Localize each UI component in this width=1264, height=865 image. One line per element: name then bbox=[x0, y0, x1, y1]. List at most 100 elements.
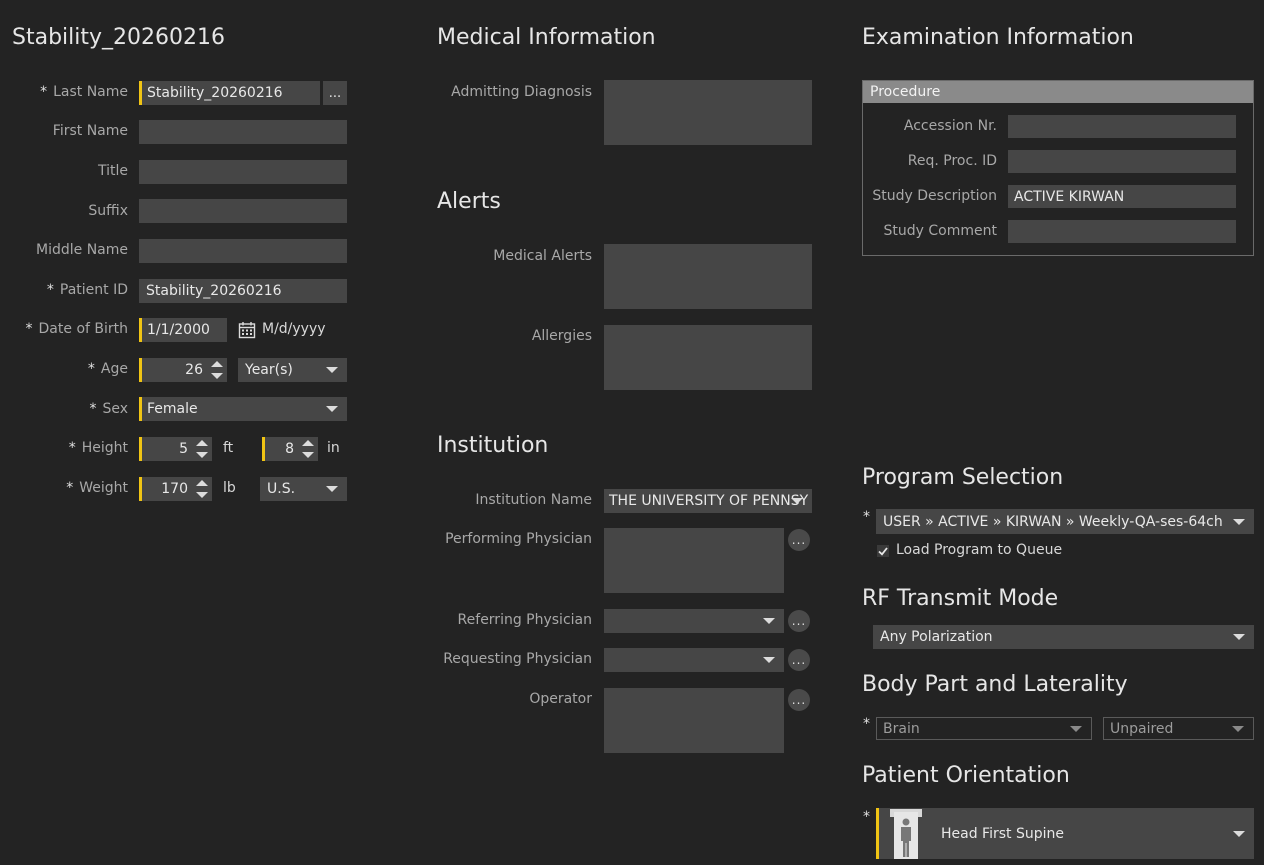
operator-label: Operator bbox=[529, 691, 592, 707]
height-in-spin-icon[interactable] bbox=[301, 439, 315, 459]
program-selection-heading: Program Selection bbox=[862, 465, 1064, 490]
referring-physician-more-button[interactable]: ... bbox=[788, 610, 810, 632]
title-input[interactable] bbox=[139, 160, 347, 184]
orientation-required-mark: * bbox=[863, 809, 870, 825]
sex-label: * Sex bbox=[89, 401, 128, 417]
middle-name-label: Middle Name bbox=[36, 242, 128, 258]
dob-format-hint: M/d/yyyy bbox=[262, 321, 326, 337]
institution-name-dropdown[interactable]: THE UNIVERSITY OF PENNSY bbox=[604, 489, 812, 513]
body-part-value: Brain bbox=[883, 720, 920, 737]
chevron-down-icon bbox=[1233, 634, 1245, 640]
suffix-label: Suffix bbox=[88, 203, 128, 219]
institution-name-label: Institution Name bbox=[475, 492, 592, 508]
orientation-value: Head First Supine bbox=[941, 825, 1064, 842]
admitting-diagnosis-label: Admitting Diagnosis bbox=[451, 84, 592, 100]
height-ft-value: 5 bbox=[179, 441, 188, 457]
middle-name-input[interactable] bbox=[139, 239, 347, 263]
body-part-required-mark: * bbox=[863, 716, 870, 732]
chevron-down-icon bbox=[763, 618, 775, 624]
laterality-value: Unpaired bbox=[1110, 720, 1174, 737]
age-unit-value: Year(s) bbox=[245, 362, 293, 378]
accession-input[interactable] bbox=[1008, 115, 1236, 138]
load-queue-checkbox[interactable] bbox=[877, 545, 889, 557]
sex-value: Female bbox=[147, 401, 198, 417]
last-name-input[interactable]: Stability_20260216 bbox=[139, 81, 320, 105]
study-comment-label: Study Comment bbox=[883, 223, 997, 239]
medical-alerts-input[interactable] bbox=[604, 244, 812, 309]
age-value: 26 bbox=[185, 362, 203, 378]
study-description-input[interactable]: ACTIVE KIRWAN bbox=[1008, 185, 1236, 208]
age-spin-icon[interactable] bbox=[210, 360, 224, 380]
calendar-icon[interactable] bbox=[238, 321, 256, 343]
medical-info-heading: Medical Information bbox=[437, 25, 656, 50]
program-path-dropdown[interactable]: USER » ACTIVE » KIRWAN » Weekly-QA-ses-6… bbox=[876, 509, 1254, 534]
title-label: Title bbox=[97, 163, 128, 179]
requesting-physician-more-button[interactable]: ... bbox=[788, 649, 810, 671]
patient-id-input[interactable]: Stability_20260216 bbox=[139, 279, 347, 303]
height-in-value: 8 bbox=[285, 441, 294, 457]
procedure-header: Procedure bbox=[863, 81, 1253, 103]
first-name-input[interactable] bbox=[139, 120, 347, 144]
height-ft-spin-icon[interactable] bbox=[195, 439, 209, 459]
performing-physician-more-button[interactable]: ... bbox=[788, 529, 810, 551]
patient-orientation-heading: Patient Orientation bbox=[862, 763, 1070, 788]
referring-physician-dropdown[interactable] bbox=[604, 609, 784, 633]
alerts-heading: Alerts bbox=[437, 189, 501, 214]
chevron-down-icon bbox=[1070, 725, 1082, 732]
chevron-down-icon bbox=[763, 657, 775, 663]
chevron-down-icon bbox=[1232, 725, 1244, 732]
chevron-down-icon bbox=[326, 486, 338, 492]
checkmark-icon bbox=[878, 547, 888, 556]
sex-dropdown[interactable]: Female bbox=[139, 397, 347, 421]
weight-system-value: U.S. bbox=[267, 481, 296, 497]
institution-heading: Institution bbox=[437, 433, 549, 458]
chevron-down-icon bbox=[1233, 518, 1245, 525]
suffix-input[interactable] bbox=[139, 199, 347, 223]
body-part-dropdown[interactable]: Brain bbox=[876, 717, 1092, 740]
dob-input[interactable]: 1/1/2000 bbox=[139, 318, 227, 342]
chevron-down-icon bbox=[1233, 830, 1245, 837]
body-part-heading: Body Part and Laterality bbox=[862, 672, 1128, 697]
height-ft-stepper[interactable]: 5 bbox=[139, 437, 212, 461]
rf-transmit-heading: RF Transmit Mode bbox=[862, 586, 1059, 611]
weight-value: 170 bbox=[161, 481, 188, 497]
head-first-supine-icon bbox=[879, 808, 933, 859]
weight-label: * Weight bbox=[66, 480, 128, 496]
operator-more-button[interactable]: ... bbox=[788, 689, 810, 711]
age-label: * Age bbox=[87, 361, 128, 377]
age-stepper[interactable]: 26 bbox=[139, 358, 227, 382]
height-ft-unit: ft bbox=[223, 440, 234, 456]
requesting-physician-label: Requesting Physician bbox=[443, 651, 592, 667]
patient-id-label: * Patient ID bbox=[46, 282, 128, 298]
referring-physician-label: Referring Physician bbox=[457, 612, 592, 628]
medical-alerts-label: Medical Alerts bbox=[493, 248, 592, 264]
weight-spin-icon[interactable] bbox=[195, 479, 209, 499]
allergies-input[interactable] bbox=[604, 325, 812, 390]
weight-unit: lb bbox=[223, 480, 236, 496]
dob-label: * Date of Birth bbox=[25, 321, 128, 337]
operator-input[interactable] bbox=[604, 688, 784, 753]
study-comment-input[interactable] bbox=[1008, 220, 1236, 243]
program-required-mark: * bbox=[863, 509, 870, 525]
weight-system-dropdown[interactable]: U.S. bbox=[260, 477, 347, 501]
load-queue-label: Load Program to Queue bbox=[896, 542, 1063, 558]
height-in-unit: in bbox=[327, 440, 340, 456]
requesting-physician-dropdown[interactable] bbox=[604, 648, 784, 672]
admitting-diagnosis-input[interactable] bbox=[604, 80, 812, 145]
height-in-stepper[interactable]: 8 bbox=[262, 437, 318, 461]
rf-transmit-dropdown[interactable]: Any Polarization bbox=[873, 625, 1254, 649]
req-proc-id-input[interactable] bbox=[1008, 150, 1236, 173]
weight-stepper[interactable]: 170 bbox=[139, 477, 212, 501]
rf-transmit-value: Any Polarization bbox=[880, 629, 993, 645]
orientation-dropdown[interactable]: Head First Supine bbox=[876, 808, 1254, 859]
first-name-label: First Name bbox=[52, 123, 128, 139]
program-path-value: USER » ACTIVE » KIRWAN » Weekly-QA-ses-6… bbox=[883, 513, 1223, 530]
last-name-more-button[interactable]: ... bbox=[323, 81, 347, 105]
laterality-dropdown[interactable]: Unpaired bbox=[1103, 717, 1254, 740]
chevron-down-icon bbox=[791, 498, 803, 504]
performing-physician-label: Performing Physician bbox=[445, 531, 592, 547]
performing-physician-input[interactable] bbox=[604, 528, 784, 593]
age-unit-dropdown[interactable]: Year(s) bbox=[238, 358, 347, 382]
last-name-label: * Last Name bbox=[40, 84, 128, 100]
allergies-label: Allergies bbox=[531, 328, 592, 344]
